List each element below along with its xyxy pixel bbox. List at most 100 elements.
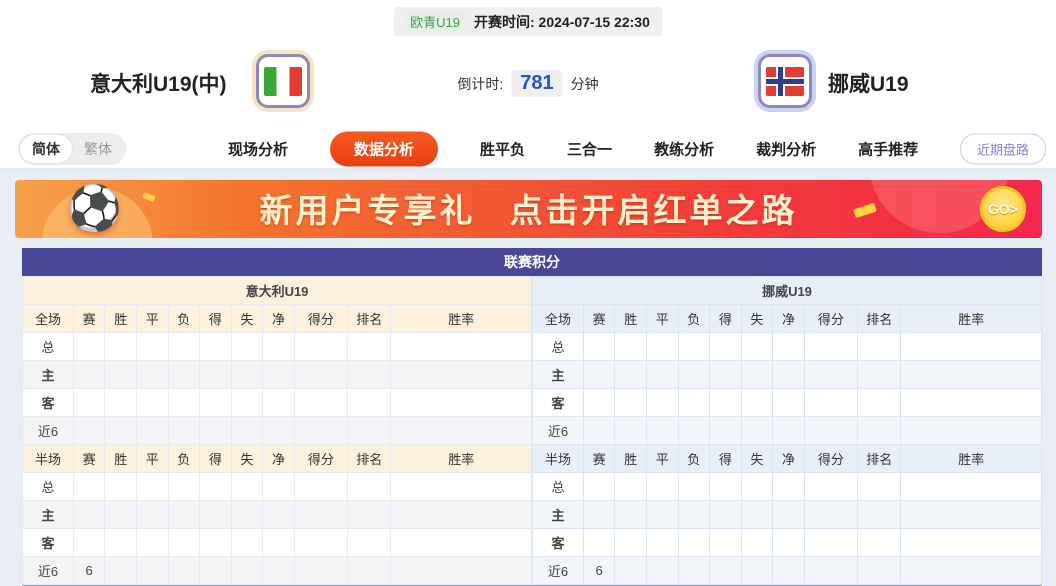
stat-cell	[710, 361, 742, 389]
recent-trend-button[interactable]: 近期盘路	[960, 133, 1046, 164]
tab-item[interactable]: 胜平负	[480, 138, 525, 159]
table-row: 客	[533, 529, 1042, 557]
tab-item[interactable]: 教练分析	[654, 138, 714, 159]
stat-cell	[741, 529, 773, 557]
stat-cell	[741, 557, 773, 585]
row-label: 主	[533, 361, 584, 389]
col-header: 胜	[615, 305, 647, 333]
tab-item[interactable]: 三合一	[567, 138, 612, 159]
col-header: 负	[168, 305, 200, 333]
stat-cell	[710, 417, 742, 445]
stat-cell	[710, 529, 742, 557]
promo-banner[interactable]: ⚽ 新用户专享礼点击开启红单之路 GO>	[15, 180, 1042, 238]
stat-cell	[901, 361, 1042, 389]
league-points-section: 联赛积分 意大利U19全场赛胜平负得失净得分排名胜率总主客近6半场赛胜平负得失净…	[22, 248, 1042, 586]
tab-item[interactable]: 高手推荐	[858, 138, 918, 159]
table-title: 联赛积分	[22, 248, 1042, 276]
away-team-table: 挪威U19全场赛胜平负得失净得分排名胜率总主客近6半场赛胜平负得失净得分排名胜率…	[532, 276, 1042, 585]
stat-cell	[105, 473, 137, 501]
stat-cell	[348, 501, 391, 529]
stat-cell	[348, 333, 391, 361]
stat-cell	[646, 473, 678, 501]
stat-cell	[200, 333, 232, 361]
column-header-row: 全场赛胜平负得失净得分排名胜率	[23, 305, 532, 333]
col-header: 负	[678, 445, 710, 473]
col-header: 得分	[294, 305, 347, 333]
stat-cell	[741, 473, 773, 501]
team-header: 意大利U19	[23, 277, 532, 305]
table-row: 客	[533, 389, 1042, 417]
lang-option[interactable]: 简体	[20, 135, 72, 163]
stat-cell	[710, 501, 742, 529]
col-header: 排名	[858, 445, 901, 473]
stat-cell	[263, 501, 295, 529]
col-header: 排名	[348, 305, 391, 333]
stat-cell	[391, 389, 532, 417]
col-header: 排名	[858, 305, 901, 333]
stat-cell	[858, 473, 901, 501]
stat-cell	[646, 501, 678, 529]
analysis-tabs: 现场分析 数据分析 胜平负 三合一 教练分析 裁判分析 高手推荐	[228, 131, 918, 166]
col-header: 赛	[73, 445, 105, 473]
stat-cell	[348, 417, 391, 445]
stat-cell	[858, 361, 901, 389]
stat-cell	[901, 501, 1042, 529]
stat-cell	[858, 501, 901, 529]
col-header: 胜率	[901, 305, 1042, 333]
stat-cell	[773, 529, 805, 557]
norway-flag-icon	[758, 54, 812, 108]
stat-cell	[263, 473, 295, 501]
tab-item[interactable]: 裁判分析	[756, 138, 816, 159]
table-row: 主	[23, 501, 532, 529]
lang-option[interactable]: 繁体	[72, 135, 124, 163]
row-label: 总	[533, 473, 584, 501]
tab-item[interactable]: 现场分析	[228, 138, 288, 159]
go-button[interactable]: GO>	[980, 186, 1026, 232]
col-header: 胜	[105, 445, 137, 473]
stat-cell	[741, 389, 773, 417]
stat-cell	[105, 557, 137, 585]
stat-cell	[804, 361, 857, 389]
stat-cell	[391, 473, 532, 501]
stat-cell	[73, 501, 105, 529]
stat-cell	[804, 389, 857, 417]
stat-cell	[710, 557, 742, 585]
stat-cell	[901, 389, 1042, 417]
col-header: 净	[263, 445, 295, 473]
stat-cell	[583, 333, 615, 361]
stat-cell	[583, 361, 615, 389]
row-label: 总	[23, 473, 74, 501]
stat-cell	[136, 333, 168, 361]
table-row: 总	[533, 473, 1042, 501]
col-header: 半场	[533, 445, 584, 473]
stat-cell	[646, 333, 678, 361]
col-header: 得分	[804, 445, 857, 473]
stat-cell	[804, 529, 857, 557]
col-header: 赛	[583, 305, 615, 333]
stat-cell	[73, 417, 105, 445]
stat-cell	[105, 333, 137, 361]
stat-cell	[200, 417, 232, 445]
stat-cell	[200, 529, 232, 557]
tab-bar: 简体繁体 现场分析 数据分析 胜平负 三合一 教练分析 裁判分析 高手推荐 近期盘路	[0, 129, 1056, 170]
stat-cell	[348, 473, 391, 501]
stat-cell	[615, 501, 647, 529]
kickoff-pill: 欧青U19 开赛时间: 2024-07-15 22:30	[394, 7, 662, 36]
stat-cell	[168, 473, 200, 501]
stat-cell	[615, 333, 647, 361]
stat-cell	[231, 361, 263, 389]
stat-cell	[741, 333, 773, 361]
tab-item[interactable]: 数据分析	[330, 131, 438, 166]
row-label: 近6	[533, 417, 584, 445]
league-badge: 欧青U19	[406, 11, 464, 32]
language-toggle[interactable]: 简体繁体	[18, 133, 126, 165]
col-header: 平	[646, 305, 678, 333]
stat-cell	[710, 473, 742, 501]
table-row: 近6	[533, 417, 1042, 445]
stat-cell	[646, 389, 678, 417]
stat-cell	[348, 529, 391, 557]
stat-cell	[231, 501, 263, 529]
italy-flag-icon	[256, 54, 310, 108]
table-row: 主	[533, 501, 1042, 529]
stat-cell	[294, 473, 347, 501]
